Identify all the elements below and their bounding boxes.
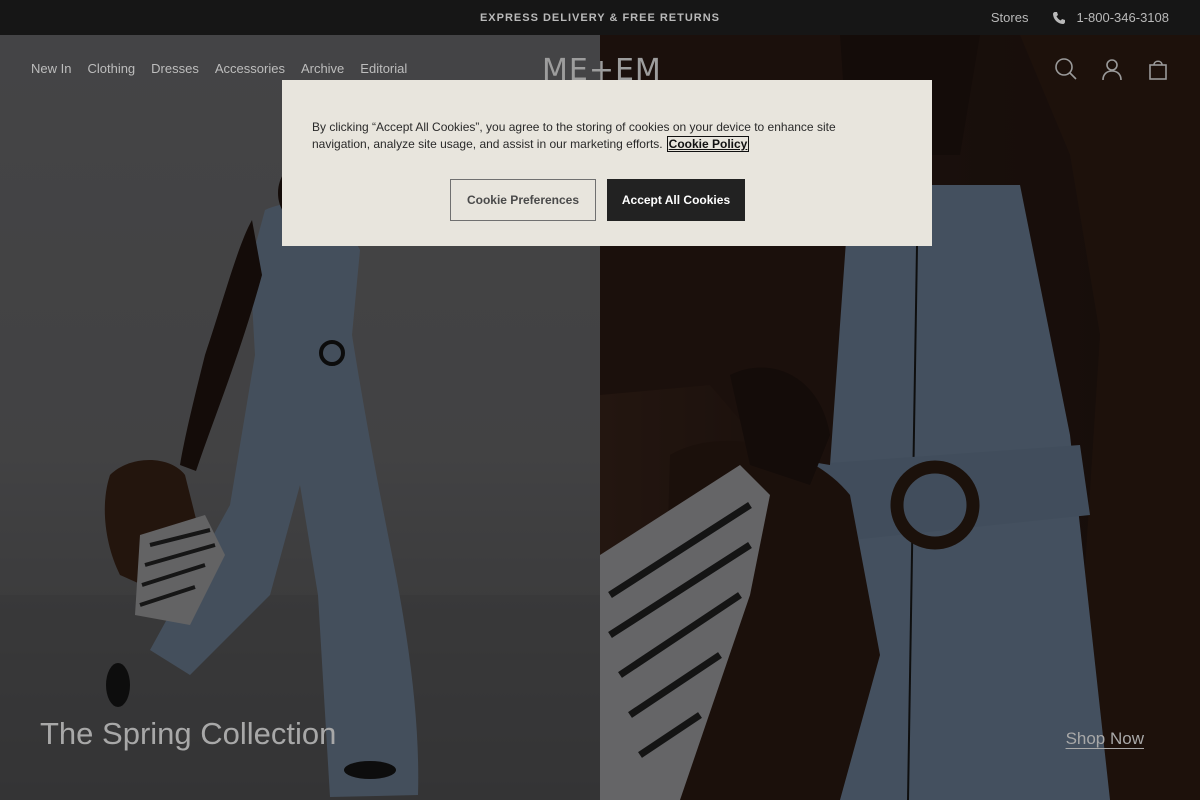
cookie-message: By clicking “Accept All Cookies”, you ag… (312, 120, 836, 151)
phone-link[interactable]: 1-800-346-3108 (1076, 10, 1169, 25)
nav-dresses[interactable]: Dresses (151, 61, 199, 76)
phone-icon (1052, 11, 1066, 25)
accept-all-cookies-button[interactable]: Accept All Cookies (607, 179, 745, 221)
account-icon[interactable] (1100, 57, 1124, 81)
nav-accessories[interactable]: Accessories (215, 61, 285, 76)
nav-archive[interactable]: Archive (301, 61, 344, 76)
shop-now-link[interactable]: Shop Now (1066, 729, 1144, 749)
nav-clothing[interactable]: Clothing (87, 61, 135, 76)
nav-new-in[interactable]: New In (31, 61, 71, 76)
cookie-text-block: By clicking “Accept All Cookies”, you ag… (312, 119, 892, 153)
cookie-preferences-button[interactable]: Cookie Preferences (450, 179, 596, 221)
promo-text: EXPRESS DELIVERY & FREE RETURNS (479, 11, 721, 24)
main-nav: New In Clothing Dresses Accessories Arch… (31, 61, 407, 76)
promo-bar: EXPRESS DELIVERY & FREE RETURNS Stores 1… (0, 0, 1200, 35)
stores-link[interactable]: Stores (991, 10, 1029, 25)
search-icon[interactable] (1054, 57, 1078, 81)
topbar-right: Stores 1-800-346-3108 (991, 0, 1169, 35)
bag-icon[interactable] (1146, 57, 1170, 81)
hero-title: The Spring Collection (40, 716, 337, 751)
cookie-banner: By clicking “Accept All Cookies”, you ag… (282, 80, 932, 246)
cookie-buttons: Cookie Preferences Accept All Cookies (450, 179, 745, 221)
nav-editorial[interactable]: Editorial (360, 61, 407, 76)
cookie-policy-link[interactable]: Cookie Policy (666, 136, 750, 152)
header-icons (1054, 57, 1170, 81)
